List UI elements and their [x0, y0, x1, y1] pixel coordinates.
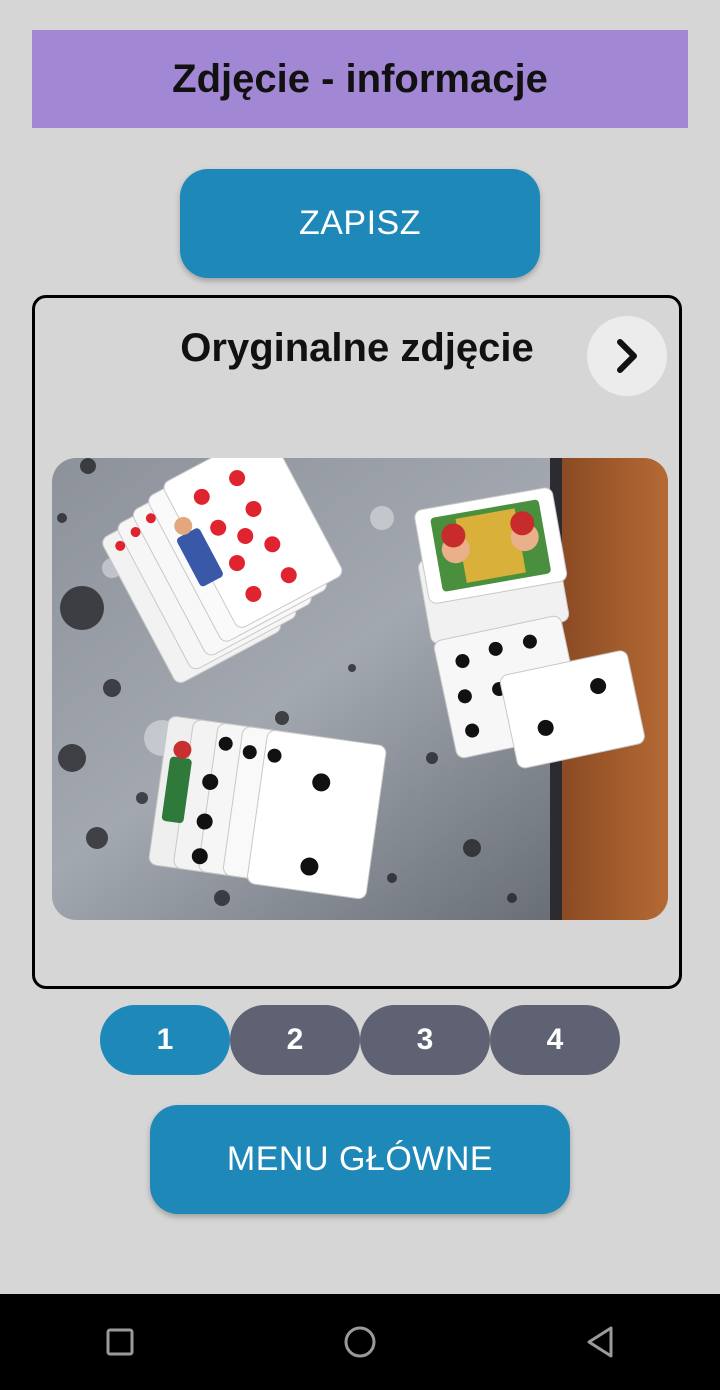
- main-menu-button[interactable]: MENU GŁÓWNE: [150, 1105, 570, 1214]
- photo-card: Oryginalne zdjęcie: [32, 295, 682, 989]
- page-pill-1[interactable]: 1: [100, 1005, 230, 1075]
- save-button[interactable]: ZAPISZ: [180, 169, 540, 278]
- card-photo: [52, 458, 668, 920]
- page-selector: 1 2 3 4: [100, 1005, 620, 1075]
- page-pill-2[interactable]: 2: [230, 1005, 360, 1075]
- chevron-right-icon: [617, 339, 637, 373]
- recents-button[interactable]: [90, 1312, 150, 1372]
- photo-card-title: Oryginalne zdjęcie: [180, 326, 534, 370]
- square-icon: [106, 1328, 134, 1356]
- page-title: Zdjęcie - informacje: [172, 56, 548, 101]
- page-pill-3[interactable]: 3: [360, 1005, 490, 1075]
- triangle-back-icon: [587, 1326, 613, 1358]
- title-bar: Zdjęcie - informacje: [32, 30, 688, 128]
- circle-icon: [344, 1326, 376, 1358]
- next-image-button[interactable]: [587, 316, 667, 396]
- back-button[interactable]: [570, 1312, 630, 1372]
- card-photo-image: [52, 458, 668, 920]
- system-navigation-bar: [0, 1294, 720, 1390]
- home-button[interactable]: [330, 1312, 390, 1372]
- page-pill-4[interactable]: 4: [490, 1005, 620, 1075]
